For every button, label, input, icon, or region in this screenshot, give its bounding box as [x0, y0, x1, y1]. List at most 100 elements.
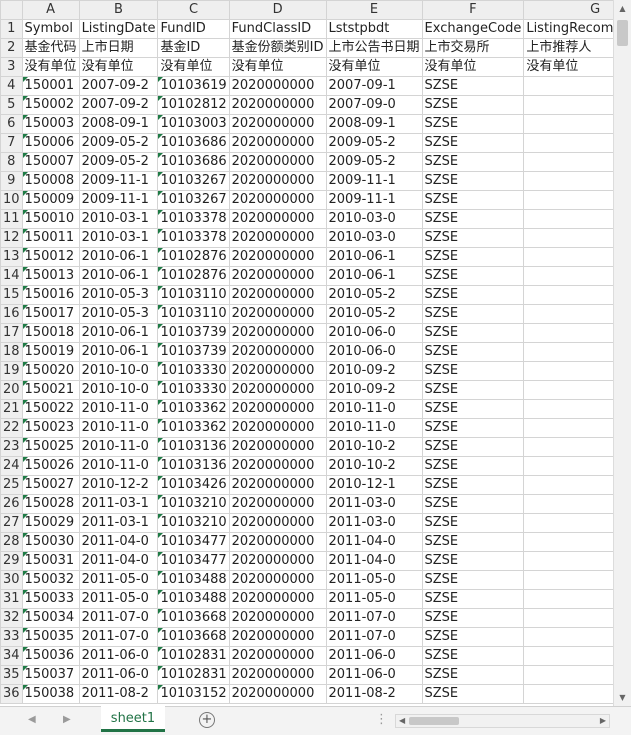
scroll-right-icon[interactable]: ▶ — [600, 715, 606, 727]
cell-g[interactable] — [523, 95, 613, 115]
cell-g[interactable] — [523, 342, 613, 362]
cell-g[interactable] — [523, 475, 613, 495]
cell-g[interactable] — [523, 228, 613, 248]
cell-a[interactable]: 150026 — [21, 456, 80, 476]
cell-a[interactable]: 150009 — [21, 190, 80, 210]
cell-e[interactable]: 2011-03-0 — [325, 513, 423, 533]
cell-b[interactable]: 2011-08-2 — [78, 684, 159, 704]
cell-b[interactable]: 2010-05-3 — [78, 285, 159, 305]
worksheet-grid[interactable]: ABCDEFGH1SymbolListingDateFundIDFundClas… — [0, 0, 613, 706]
more-options-icon[interactable]: ⋮ — [375, 712, 388, 727]
cell-d[interactable]: 2020000000 — [228, 570, 327, 590]
cell-g[interactable] — [523, 361, 613, 381]
cell-d[interactable]: 2020000000 — [228, 399, 327, 419]
cell-b[interactable]: 2011-05-0 — [78, 570, 159, 590]
cell-c[interactable]: 10103668 — [157, 627, 230, 647]
cell-c[interactable]: 10103267 — [157, 171, 230, 191]
cell-e[interactable]: 2010-05-2 — [325, 285, 423, 305]
cell-b[interactable]: 2010-12-2 — [78, 475, 159, 495]
cell-f[interactable]: SZSE — [421, 665, 525, 685]
cell-a[interactable]: 150027 — [21, 475, 80, 495]
cell-e[interactable]: 2008-09-1 — [325, 114, 423, 134]
cell-c[interactable]: 10103110 — [157, 304, 230, 324]
cell-f[interactable]: SZSE — [421, 247, 525, 267]
cell-g[interactable] — [523, 437, 613, 457]
cell-d[interactable]: 2020000000 — [228, 608, 327, 628]
cell-c[interactable]: 10103488 — [157, 589, 230, 609]
next-sheet-icon[interactable]: ▶ — [63, 714, 71, 725]
cell-e[interactable]: 2010-06-1 — [325, 247, 423, 267]
cell-c[interactable]: 没有单位 — [157, 57, 230, 77]
cell-d[interactable]: 2020000000 — [228, 342, 327, 362]
cell-c[interactable]: 10103619 — [157, 76, 230, 96]
cell-a[interactable]: Symbol — [21, 19, 80, 39]
cell-f[interactable]: SZSE — [421, 95, 525, 115]
cell-e[interactable]: 2010-10-2 — [325, 437, 423, 457]
cell-d[interactable]: 2020000000 — [228, 285, 327, 305]
cell-d[interactable]: 2020000000 — [228, 228, 327, 248]
cell-a[interactable]: 150001 — [21, 76, 80, 96]
cell-e[interactable]: 2009-11-1 — [325, 171, 423, 191]
cell-c[interactable]: 10103362 — [157, 399, 230, 419]
cell-a[interactable]: 150034 — [21, 608, 80, 628]
cell-e[interactable]: 2011-06-0 — [325, 646, 423, 666]
cell-b[interactable]: 2011-06-0 — [78, 665, 159, 685]
cell-a[interactable]: 150016 — [21, 285, 80, 305]
row-header[interactable]: 9 — [0, 171, 23, 191]
cell-f[interactable]: SZSE — [421, 456, 525, 476]
cell-b[interactable]: 2011-07-0 — [78, 627, 159, 647]
cell-a[interactable]: 150019 — [21, 342, 80, 362]
cell-e[interactable]: 2011-04-0 — [325, 532, 423, 552]
cell-f[interactable]: SZSE — [421, 266, 525, 286]
row-header[interactable]: 17 — [0, 323, 23, 343]
cell-f[interactable]: 没有单位 — [421, 57, 525, 77]
cell-e[interactable]: 2010-09-2 — [325, 380, 423, 400]
cell-a[interactable]: 150008 — [21, 171, 80, 191]
cell-g[interactable]: ListingRecommender — [523, 19, 613, 39]
cell-c[interactable]: 10103210 — [157, 513, 230, 533]
cell-f[interactable]: SZSE — [421, 437, 525, 457]
cell-f[interactable]: SZSE — [421, 684, 525, 704]
cell-e[interactable]: 2010-03-0 — [325, 209, 423, 229]
row-header[interactable]: 1 — [0, 19, 23, 39]
cell-d[interactable]: 2020000000 — [228, 665, 327, 685]
cell-g[interactable] — [523, 456, 613, 476]
row-header[interactable]: 10 — [0, 190, 23, 210]
cell-b[interactable]: 2008-09-1 — [78, 114, 159, 134]
cell-e[interactable]: 2010-06-1 — [325, 266, 423, 286]
cell-f[interactable]: SZSE — [421, 342, 525, 362]
cell-a[interactable]: 150011 — [21, 228, 80, 248]
row-header[interactable]: 5 — [0, 95, 23, 115]
row-header[interactable]: 3 — [0, 57, 23, 77]
cell-a[interactable]: 150022 — [21, 399, 80, 419]
cell-d[interactable]: 2020000000 — [228, 475, 327, 495]
row-header[interactable]: 14 — [0, 266, 23, 286]
cell-c[interactable]: 10102876 — [157, 247, 230, 267]
cell-c[interactable]: 10103477 — [157, 551, 230, 571]
cell-c[interactable]: 10103739 — [157, 323, 230, 343]
cell-f[interactable]: SZSE — [421, 171, 525, 191]
cell-d[interactable]: 2020000000 — [228, 627, 327, 647]
cell-a[interactable]: 150012 — [21, 247, 80, 267]
cell-a[interactable]: 没有单位 — [21, 57, 80, 77]
cell-f[interactable]: SZSE — [421, 380, 525, 400]
cell-a[interactable]: 150023 — [21, 418, 80, 438]
cell-b[interactable]: 2010-06-1 — [78, 247, 159, 267]
cell-d[interactable]: 2020000000 — [228, 152, 327, 172]
cell-a[interactable]: 150033 — [21, 589, 80, 609]
cell-d[interactable]: 2020000000 — [228, 133, 327, 153]
row-header[interactable]: 16 — [0, 304, 23, 324]
add-sheet-icon[interactable]: + — [199, 712, 215, 728]
vertical-scrollbar[interactable]: ▲ ▼ — [613, 0, 631, 706]
row-header[interactable]: 2 — [0, 38, 23, 58]
cell-e[interactable]: 2010-11-0 — [325, 399, 423, 419]
cell-d[interactable]: 2020000000 — [228, 361, 327, 381]
cell-c[interactable]: FundID — [157, 19, 230, 39]
cell-g[interactable] — [523, 627, 613, 647]
cell-f[interactable]: SZSE — [421, 475, 525, 495]
cell-b[interactable]: 2010-06-1 — [78, 266, 159, 286]
row-header[interactable]: 15 — [0, 285, 23, 305]
cell-g[interactable] — [523, 247, 613, 267]
cell-b[interactable]: 2010-03-1 — [78, 209, 159, 229]
cell-c[interactable]: 10103426 — [157, 475, 230, 495]
